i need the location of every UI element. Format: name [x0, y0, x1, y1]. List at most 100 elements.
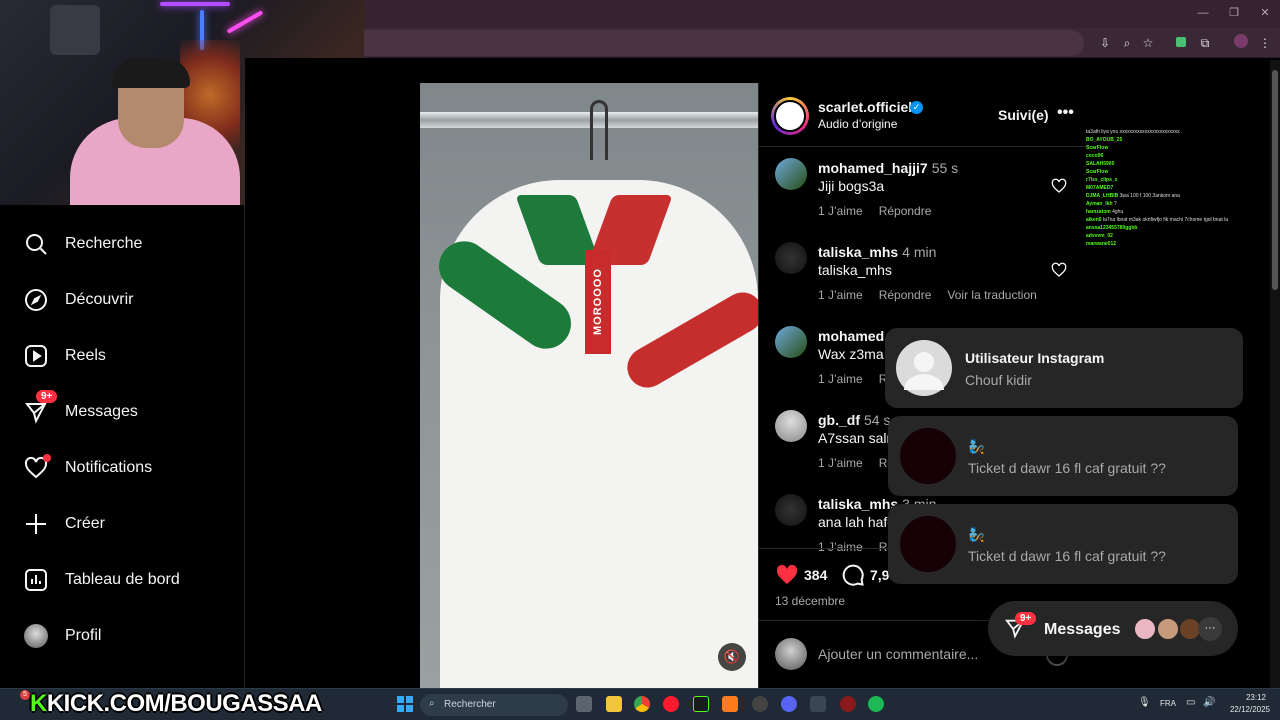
stream-chat-overlay: ta3ath liya you xxxxxxxxxxxxxxxxxxxxxxxx…: [1086, 128, 1270, 288]
comment-likes[interactable]: 1 J’aime: [818, 456, 863, 470]
comment-avatar[interactable]: [775, 326, 807, 358]
install-icon[interactable]: ⇩: [1096, 34, 1114, 52]
search-icon: [24, 232, 48, 256]
translate-button[interactable]: Voir la traduction: [947, 288, 1036, 302]
more-options-button[interactable]: •••: [1057, 104, 1074, 122]
language-indicator[interactable]: FRA: [1160, 699, 1176, 708]
network-icon[interactable]: ▭: [1186, 697, 1195, 708]
jersey-text: MOROOOO: [592, 268, 604, 336]
nav-explore[interactable]: Découvrir: [24, 286, 133, 314]
comment-likes[interactable]: 1 J’aime: [818, 540, 863, 554]
toast-message: Ticket d dawr 16 fl caf gratuit ??: [968, 460, 1166, 476]
toast-message: Ticket d dawr 16 fl caf gratuit ??: [968, 548, 1166, 564]
volume-icon[interactable]: 🔊: [1203, 697, 1215, 708]
comment-username[interactable]: gb._df 54 s: [818, 412, 890, 428]
comment-likes[interactable]: 1 J’aime: [818, 372, 863, 386]
zoom-icon[interactable]: ⌕: [1118, 34, 1136, 52]
comment-count[interactable]: 7,9: [870, 567, 889, 583]
nav-notifications[interactable]: Notifications: [24, 454, 152, 482]
like-count[interactable]: 384: [804, 567, 827, 583]
notification-toast[interactable]: 🧞 Ticket d dawr 16 fl caf gratuit ??: [888, 504, 1238, 584]
comment-like-icon[interactable]: [1051, 178, 1067, 194]
comment-meta: 1 J’aime Répondre: [818, 204, 931, 218]
nav-reels[interactable]: Reels: [24, 342, 106, 370]
notification-toast[interactable]: Utilisateur Instagram Chouf kidir: [885, 328, 1243, 408]
app-icon[interactable]: [722, 696, 738, 712]
comment-meta: 1 J’aime Ré: [818, 372, 894, 386]
minimize-button[interactable]: —: [1196, 6, 1210, 20]
extension-icon[interactable]: [1172, 34, 1190, 52]
mute-button[interactable]: 🔇: [718, 643, 746, 671]
nav-messages[interactable]: 9+ Messages: [24, 390, 138, 426]
chat-line: Ayman_lkh ?: [1086, 201, 1117, 207]
more-avatars-icon: ···: [1198, 617, 1222, 641]
profile-icon[interactable]: [1232, 34, 1250, 52]
comment-username[interactable]: mohamed: [818, 328, 884, 344]
nav-create[interactable]: Créer: [24, 510, 105, 538]
clock-date[interactable]: 22/12/2025: [1226, 705, 1274, 714]
puzzle-icon[interactable]: ⧉: [1196, 34, 1214, 52]
reply-button[interactable]: Répondre: [879, 204, 932, 218]
wall-frame: [50, 5, 100, 55]
notification-toast[interactable]: 🧞 Ticket d dawr 16 fl caf gratuit ??: [888, 416, 1238, 496]
nav-label: Tableau de bord: [65, 571, 180, 588]
clock-time[interactable]: 23:12: [1236, 693, 1276, 702]
scrollbar-thumb[interactable]: [1272, 70, 1278, 290]
comment-likes[interactable]: 1 J’aime: [818, 288, 863, 302]
nav-profile[interactable]: Profil: [24, 622, 101, 650]
toast-title: Utilisateur Instagram: [965, 350, 1105, 366]
address-bar[interactable]: [364, 30, 1084, 56]
chat-line: ScarFlow: [1086, 169, 1109, 175]
audio-label[interactable]: Audio d’origine: [818, 117, 897, 131]
plus-icon: [24, 512, 48, 536]
toast-title: 🧞: [968, 526, 986, 542]
comment-likes[interactable]: 1 J’aime: [818, 204, 863, 218]
nav-label: Reels: [65, 347, 106, 364]
comment-avatar[interactable]: [775, 410, 807, 442]
comment-avatar[interactable]: [775, 242, 807, 274]
microphone-icon[interactable]: 🎙: [1138, 697, 1151, 708]
nav-label: Recherche: [65, 235, 143, 252]
post-date[interactable]: 13 décembre: [775, 594, 845, 608]
toast-title: 🧞: [968, 438, 986, 454]
task-view-icon[interactable]: [576, 696, 592, 712]
taskbar-search[interactable]: Rechercher: [420, 694, 568, 716]
nav-label: Messages: [65, 403, 138, 420]
windows-start-icon[interactable]: [397, 696, 413, 712]
file-explorer-icon[interactable]: [606, 696, 622, 712]
comment-username[interactable]: mohamed_hajji7 55 s: [818, 160, 958, 176]
chat-line: DJMA_LHBIB 3wa 100 f 100 3ankom ana: [1086, 193, 1180, 199]
nav-dashboard[interactable]: Tableau de bord: [24, 566, 180, 594]
kick-app-icon[interactable]: [693, 696, 709, 712]
menu-icon[interactable]: ⋮: [1256, 34, 1274, 52]
author-avatar[interactable]: [774, 100, 806, 132]
avatar: [24, 624, 48, 648]
chrome-icon[interactable]: [634, 696, 650, 712]
compass-icon: [24, 288, 48, 312]
comment-username[interactable]: taliska_mhs 4 min: [818, 244, 936, 260]
liked-heart-icon[interactable]: [775, 563, 799, 587]
nav-search[interactable]: Recherche: [24, 230, 142, 258]
discord-icon[interactable]: [781, 696, 797, 712]
chat-line: hamzatom 4ghu: [1086, 209, 1124, 215]
author-username[interactable]: scarlet.officiel: [818, 99, 912, 115]
comment-avatar[interactable]: [775, 158, 807, 190]
toast-message: Chouf kidir: [965, 372, 1032, 388]
chat-line: SALAH5900: [1086, 161, 1115, 167]
reply-button[interactable]: Répondre: [879, 288, 932, 302]
chat-line: BO_AYOUB_25: [1086, 137, 1123, 143]
spotify-icon[interactable]: [868, 696, 884, 712]
app-icon[interactable]: [810, 696, 826, 712]
comment-avatar[interactable]: [775, 494, 807, 526]
close-window-button[interactable]: ✕: [1258, 6, 1272, 20]
opera-icon[interactable]: [663, 696, 679, 712]
comment-text: ana lah hafe: [818, 514, 896, 530]
obs-icon[interactable]: [752, 696, 768, 712]
app-icon[interactable]: [840, 696, 856, 712]
comment-icon[interactable]: [841, 563, 865, 587]
maximize-button[interactable]: ❐: [1227, 6, 1241, 20]
following-button[interactable]: Suivi(e): [998, 107, 1049, 123]
star-icon[interactable]: ☆: [1139, 34, 1157, 52]
comment-time: 4 min: [902, 244, 937, 260]
comment-like-icon[interactable]: [1051, 262, 1067, 278]
